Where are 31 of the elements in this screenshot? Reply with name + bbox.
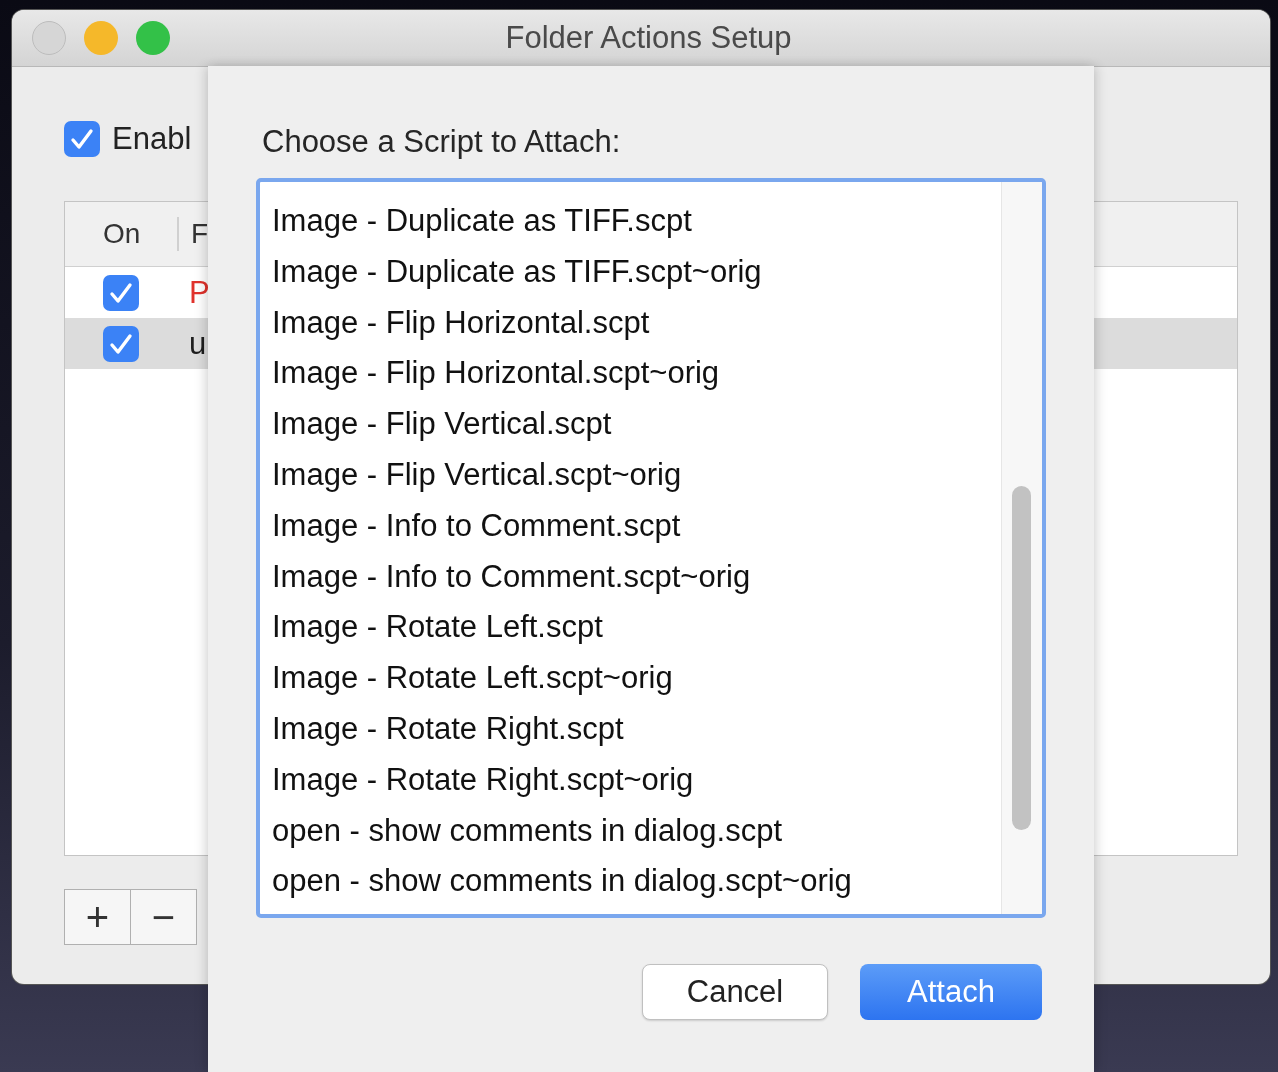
scrollbar-thumb[interactable] <box>1012 486 1031 830</box>
script-item[interactable]: Image - Rotate Right.scpt <box>260 703 1001 755</box>
zoom-button[interactable] <box>136 21 170 55</box>
add-button[interactable]: + <box>64 889 131 945</box>
script-item[interactable]: Image - Flip Horizontal.scpt <box>260 297 1001 349</box>
checkbox-label: Enabl <box>112 121 192 157</box>
cancel-button[interactable]: Cancel <box>642 964 828 1020</box>
window-title: Folder Actions Setup <box>505 20 792 56</box>
row-checkbox[interactable] <box>103 274 139 311</box>
script-item[interactable]: Image - Rotate Left.scpt <box>260 602 1001 654</box>
remove-button[interactable]: − <box>130 889 197 945</box>
script-item[interactable]: open - show comments in dialog.scpt~orig <box>260 856 1001 908</box>
folder-name: u <box>188 325 207 362</box>
script-item[interactable]: Image - Info to Comment.scpt~orig <box>260 551 1001 603</box>
script-item[interactable]: Image - Duplicate as TIFF.scpt~orig <box>260 246 1001 298</box>
script-item[interactable]: Image - Flip Horizontal.scpt~orig <box>260 348 1001 400</box>
close-button[interactable] <box>32 21 66 55</box>
column-header[interactable]: F <box>191 218 209 249</box>
script-item[interactable]: open - show comments in dialog.scpt <box>260 805 1001 857</box>
sheet-prompt: Choose a Script to Attach: <box>262 123 622 161</box>
script-item[interactable]: Image - Rotate Left.scpt~orig <box>260 653 1001 704</box>
minimize-button[interactable] <box>84 21 118 55</box>
script-item[interactable]: Image - Duplicate as TIFF.scpt <box>260 196 1001 247</box>
script-item[interactable]: Image - Flip Vertical.scpt <box>260 399 1001 450</box>
script-item[interactable]: Image - Rotate Right.scpt~orig <box>260 754 1001 806</box>
enable-checkbox[interactable] <box>64 121 100 157</box>
row-checkbox[interactable] <box>103 325 139 362</box>
column-header[interactable]: On <box>103 218 141 250</box>
script-item[interactable]: Image - Flip Vertical.scpt~orig <box>260 450 1001 501</box>
folder-name: P <box>188 274 210 311</box>
script-item[interactable]: Image - Info to Comment.scpt <box>260 500 1001 552</box>
